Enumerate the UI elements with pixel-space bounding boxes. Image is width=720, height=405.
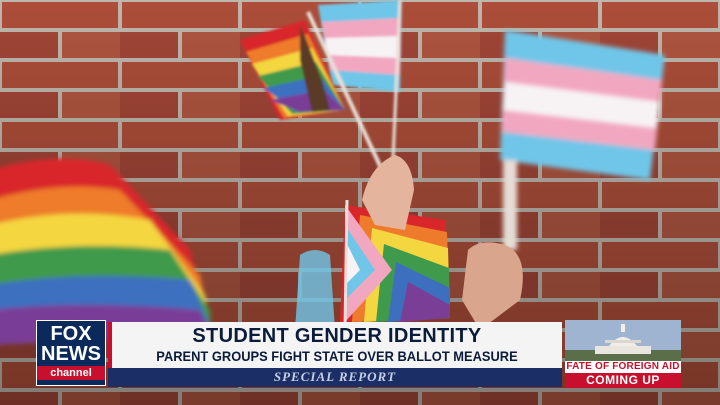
logo-channel-text: channel	[37, 366, 105, 380]
headline-text: STUDENT GENDER IDENTITY	[192, 325, 482, 347]
promo-label: FATE OF FOREIGN AID	[565, 361, 681, 373]
show-name-bar: SPECIAL REPORT	[108, 368, 562, 387]
headline-chyron: STUDENT GENDER IDENTITY PARENT GROUPS FI…	[108, 322, 562, 381]
logo-fox-text: FOX	[50, 323, 92, 345]
coming-up-badge: COMING UP	[565, 373, 681, 388]
capitol-dome-image	[565, 320, 681, 362]
fox-news-logo: FOX NEWS channel	[36, 320, 106, 386]
show-name-text: SPECIAL REPORT	[273, 369, 397, 384]
capitol-dome-icon	[565, 320, 681, 362]
logo-news-text: NEWS	[41, 343, 101, 365]
